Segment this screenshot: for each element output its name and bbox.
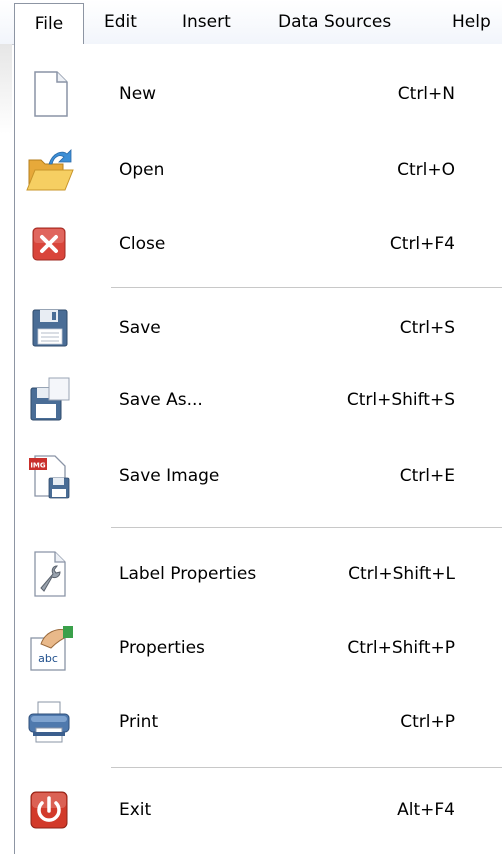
menu-separator (111, 527, 502, 529)
menu-data-sources[interactable]: Data Sources (278, 0, 391, 44)
save-image-icon: IMG (23, 450, 75, 502)
menu-separator (111, 767, 502, 769)
close-icon (23, 218, 75, 270)
menu-item-label-properties[interactable]: Label Properties Ctrl+Shift+L (15, 536, 502, 612)
new-document-icon (23, 68, 75, 120)
menu-item-label: Properties (119, 638, 205, 658)
menu-item-label: Save As... (119, 390, 203, 410)
menu-item-shortcut: Ctrl+S (399, 318, 455, 338)
menu-item-label: Exit (119, 800, 152, 820)
menu-item-shortcut: Ctrl+O (397, 160, 455, 180)
menu-item-shortcut: Ctrl+N (397, 84, 455, 104)
file-menu-dropdown: New Ctrl+N Open Ctrl+O Close Ctrl+F4 Sav… (14, 44, 502, 854)
menu-item-shortcut: Ctrl+Shift+S (346, 390, 455, 410)
menu-file[interactable]: File (14, 3, 84, 45)
menu-item-label: Save Image (119, 466, 220, 486)
menu-edit[interactable]: Edit (104, 0, 137, 44)
menu-item-shortcut: Alt+F4 (397, 800, 455, 820)
menu-item-properties[interactable]: abc Properties Ctrl+Shift+P (15, 610, 502, 686)
img-badge-text: IMG (30, 462, 46, 470)
abc-badge-text: abc (38, 652, 58, 665)
menu-item-label: New (119, 84, 157, 104)
menu-item-label: Open (119, 160, 165, 180)
menu-item-shortcut: Ctrl+P (400, 712, 455, 732)
menu-help[interactable]: Help (452, 0, 491, 44)
menu-item-save-image[interactable]: IMG Save Image Ctrl+E (15, 438, 502, 514)
menu-item-label: Save (119, 318, 161, 338)
menu-item-save-as[interactable]: Save As... Ctrl+Shift+S (15, 362, 502, 438)
menu-insert[interactable]: Insert (182, 0, 231, 44)
menu-item-open[interactable]: Open Ctrl+O (15, 132, 502, 208)
wrench-document-icon (23, 548, 75, 600)
power-icon (23, 784, 75, 836)
save-as-icon (23, 374, 75, 426)
menu-item-close[interactable]: Close Ctrl+F4 (15, 206, 502, 282)
menu-item-label: Print (119, 712, 159, 732)
menu-item-shortcut: Ctrl+E (399, 466, 455, 486)
menu-item-save[interactable]: Save Ctrl+S (15, 290, 502, 366)
floppy-disk-icon (23, 302, 75, 354)
menu-bar: File Edit Insert Data Sources Help (0, 0, 502, 45)
menu-item-exit[interactable]: Exit Alt+F4 (15, 772, 502, 848)
printer-icon (23, 696, 75, 748)
menu-item-shortcut: Ctrl+Shift+P (347, 638, 455, 658)
menu-item-print[interactable]: Print Ctrl+P (15, 684, 502, 760)
properties-icon: abc (23, 622, 75, 674)
menu-item-new[interactable]: New Ctrl+N (15, 56, 502, 132)
background-panel-edge (0, 44, 12, 134)
menu-item-label: Close (119, 234, 166, 254)
menu-separator (111, 287, 502, 289)
open-folder-icon (23, 144, 75, 196)
menu-item-shortcut: Ctrl+Shift+L (348, 564, 455, 584)
menu-item-label: Label Properties (119, 564, 257, 584)
menu-item-shortcut: Ctrl+F4 (389, 234, 455, 254)
